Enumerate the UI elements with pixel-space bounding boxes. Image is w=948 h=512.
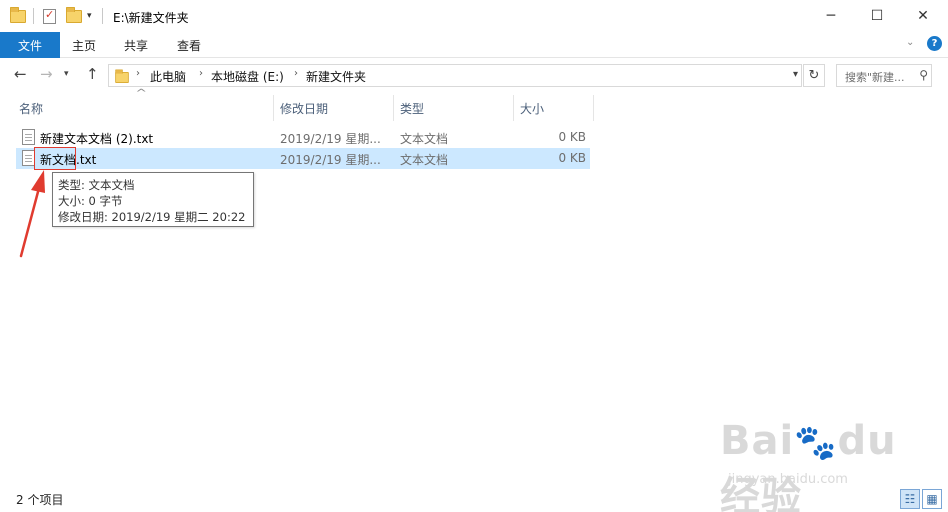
- file-row[interactable]: 新建文本文档 (2).txt 2019/2/19 星期... 文本文档 0 KB: [16, 127, 590, 148]
- divider: [102, 8, 103, 24]
- maximize-icon: ☐: [870, 8, 884, 24]
- divider: [33, 8, 34, 24]
- details-view-icon: ☷: [904, 492, 916, 506]
- expand-ribbon-icon[interactable]: ⌄: [906, 37, 914, 48]
- close-button[interactable]: ✕: [900, 0, 946, 32]
- tab-view[interactable]: 查看: [163, 32, 215, 58]
- breadcrumb-local-disk[interactable]: 本地磁盘 (E:): [211, 68, 284, 85]
- search-placeholder: 搜索"新建...: [845, 71, 905, 84]
- tooltip-size: 大小: 0 字节: [58, 194, 123, 208]
- search-input[interactable]: 搜索"新建... ⚲: [836, 64, 932, 87]
- status-bar: 2 个项目: [0, 486, 948, 512]
- breadcrumb-separator-icon[interactable]: ›: [294, 68, 298, 79]
- file-modified: 2019/2/19 星期...: [280, 132, 381, 146]
- text-file-icon: [22, 129, 35, 145]
- details-view-button[interactable]: ☷: [900, 489, 920, 509]
- file-type: 文本文档: [400, 153, 449, 167]
- folder-icon: [115, 69, 129, 84]
- maximize-button[interactable]: ☐: [854, 0, 900, 32]
- help-icon[interactable]: ?: [927, 36, 942, 51]
- column-divider[interactable]: [513, 95, 514, 121]
- minimize-button[interactable]: ─: [808, 0, 854, 32]
- minimize-icon: ─: [826, 8, 836, 24]
- new-folder-icon[interactable]: [66, 7, 82, 28]
- window-title: E:\新建文件夹: [113, 11, 189, 25]
- file-name: 新建文本文档 (2).txt: [40, 132, 154, 146]
- large-icons-view-button[interactable]: ▦: [922, 489, 942, 509]
- ribbon: 文件 主页 共享 查看 ⌄ ?: [0, 32, 948, 58]
- folder-icon: [10, 7, 26, 28]
- recent-locations-chevron-icon[interactable]: ▾: [64, 69, 69, 79]
- column-header-size[interactable]: 大小: [520, 96, 544, 120]
- tab-share[interactable]: 共享: [110, 32, 162, 58]
- file-type: 文本文档: [400, 132, 449, 146]
- close-icon: ✕: [917, 8, 929, 24]
- file-modified: 2019/2/19 星期...: [280, 153, 381, 167]
- breadcrumb-this-pc[interactable]: 此电脑: [150, 68, 186, 85]
- column-divider[interactable]: [393, 95, 394, 121]
- back-arrow-icon[interactable]: ←: [14, 65, 27, 83]
- up-arrow-icon[interactable]: ↑: [86, 65, 99, 83]
- large-icons-view-icon: ▦: [926, 492, 938, 506]
- column-header-name[interactable]: 名称: [19, 96, 43, 120]
- customize-toolbar-dropdown-icon[interactable]: ▾: [87, 11, 92, 29]
- file-row-selected[interactable]: 新文档.txt 2019/2/19 星期... 文本文档 0 KB: [16, 148, 590, 169]
- address-bar[interactable]: › 此电脑 › 本地磁盘 (E:) › 新建文件夹 ▾: [108, 64, 802, 87]
- column-divider[interactable]: [593, 95, 594, 121]
- tooltip-modified: 修改日期: 2019/2/19 星期二 20:22: [58, 210, 246, 224]
- breadcrumb-separator-icon[interactable]: ›: [199, 68, 203, 79]
- title-bar: ▾ E:\新建文件夹 ─ ☐ ✕: [0, 0, 948, 32]
- annotation-highlight-box: [34, 147, 76, 170]
- tooltip-type: 类型: 文本文档: [58, 178, 135, 192]
- properties-icon[interactable]: [43, 8, 56, 27]
- refresh-button[interactable]: ↻: [803, 64, 825, 87]
- tab-file[interactable]: 文件: [0, 32, 60, 58]
- item-count: 2 个项目: [16, 493, 64, 507]
- refresh-icon: ↻: [808, 68, 820, 83]
- file-size: 0 KB: [558, 151, 586, 165]
- column-header-type[interactable]: 类型: [400, 96, 424, 120]
- address-dropdown-icon[interactable]: ▾: [793, 69, 798, 80]
- file-size: 0 KB: [558, 130, 586, 144]
- file-info-tooltip: 类型: 文本文档 大小: 0 字节 修改日期: 2019/2/19 星期二 20…: [52, 172, 254, 227]
- column-divider[interactable]: [273, 95, 274, 121]
- breadcrumb-new-folder[interactable]: 新建文件夹: [306, 68, 366, 85]
- navigation-bar: ← → ▾ ↑ › 此电脑 › 本地磁盘 (E:) › 新建文件夹 ▾ ↻ 搜索…: [0, 58, 948, 92]
- watermark-url: jingyan.baidu.com: [728, 472, 848, 487]
- column-header-modified[interactable]: 修改日期: [280, 96, 328, 120]
- breadcrumb-separator-icon[interactable]: ›: [136, 68, 140, 79]
- tab-home[interactable]: 主页: [58, 32, 110, 58]
- sort-ascending-icon: ^: [135, 88, 148, 99]
- search-icon: ⚲: [919, 68, 928, 82]
- forward-arrow-icon[interactable]: →: [40, 65, 53, 83]
